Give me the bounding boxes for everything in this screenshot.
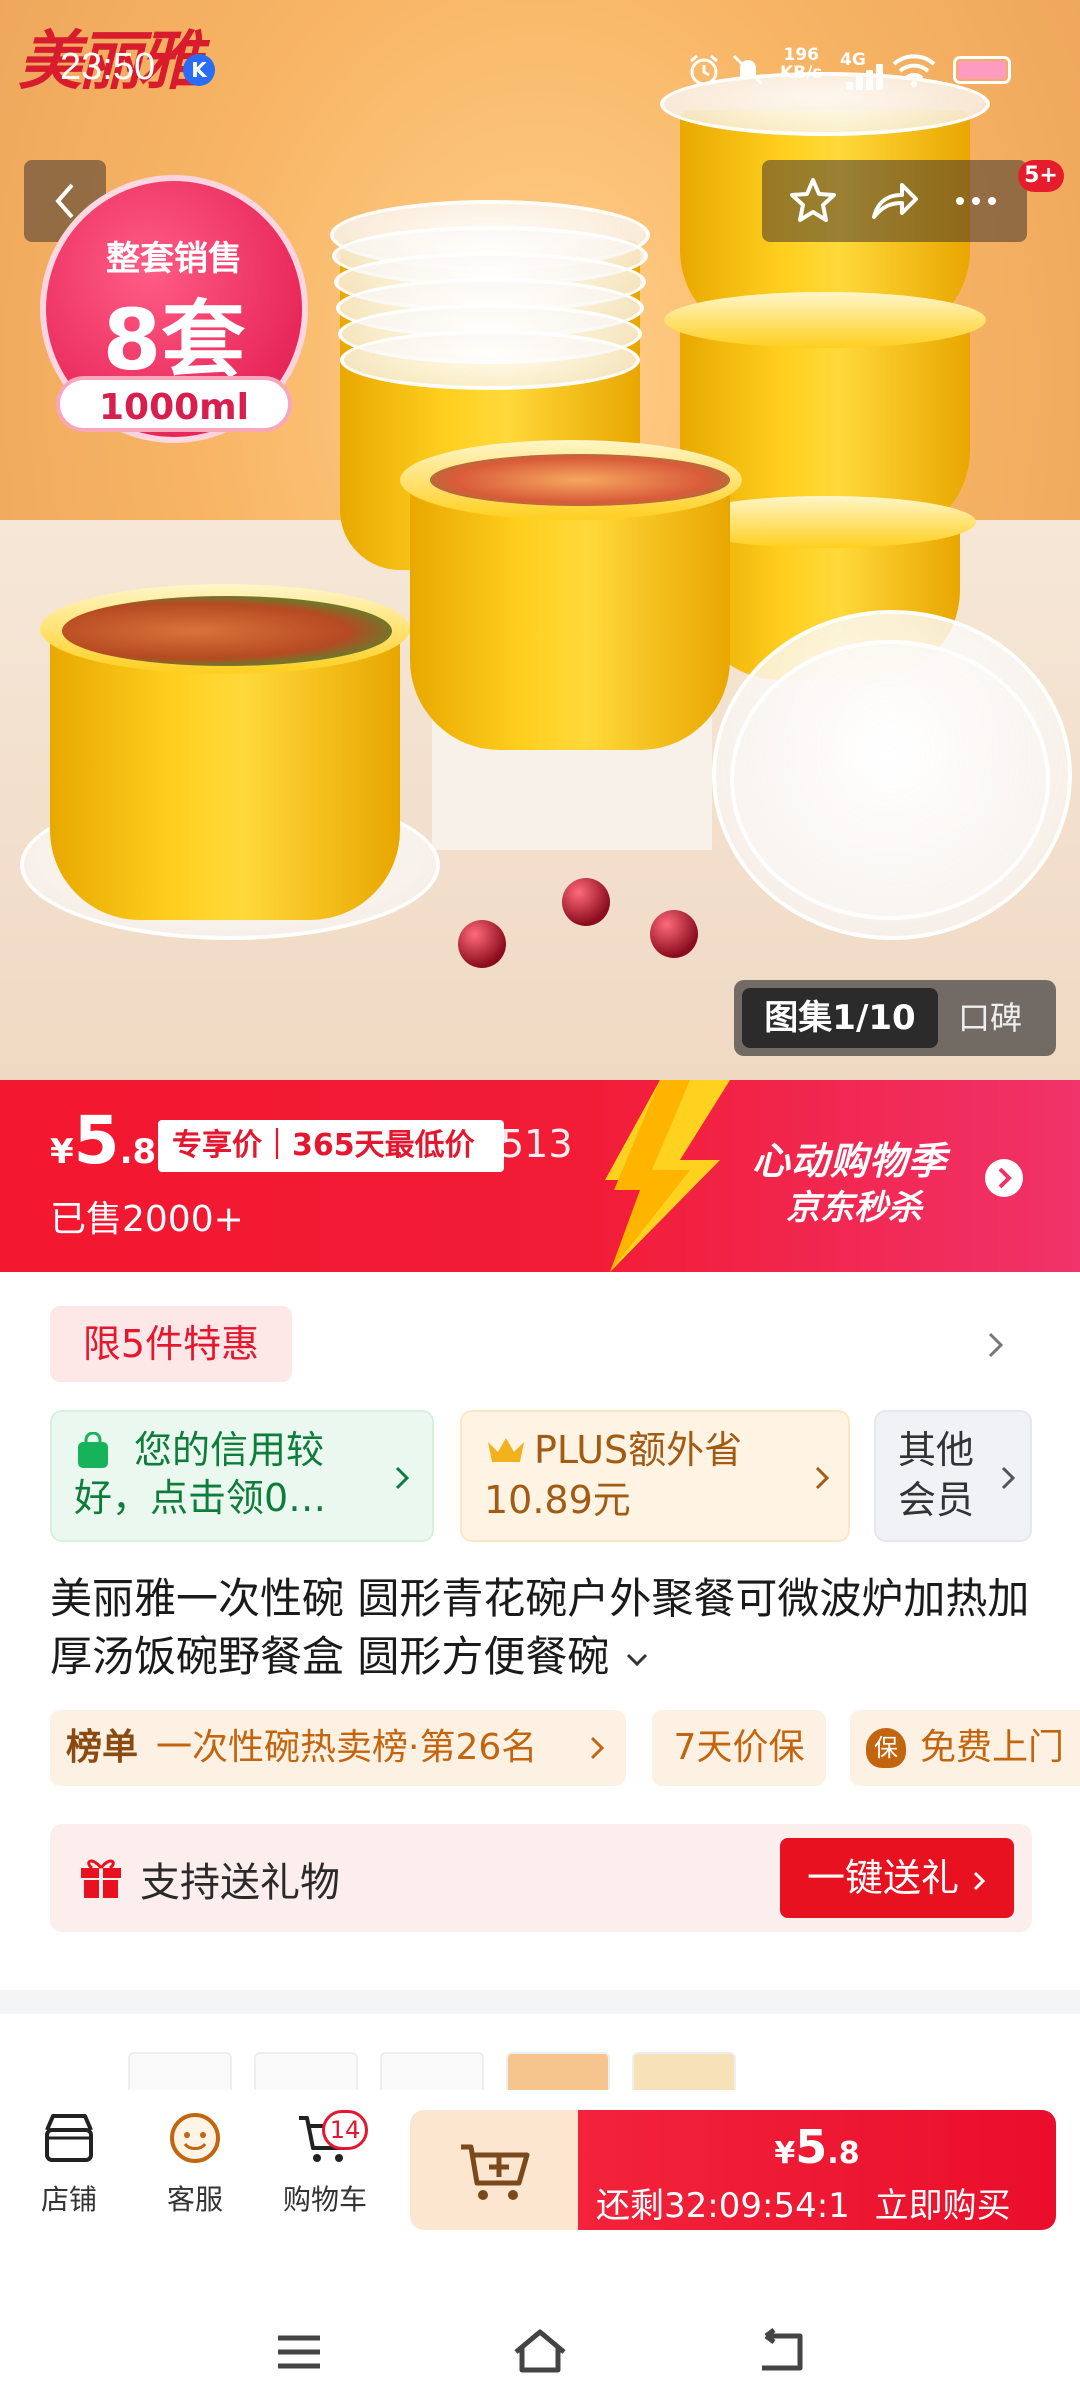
gift-icon — [81, 1859, 121, 1898]
buy-now-button[interactable]: ¥5.8 还剩32:09:54:1 立即购买 — [578, 2110, 1056, 2230]
crown-icon — [488, 1438, 524, 1462]
home-icon[interactable] — [510, 2326, 570, 2376]
chevron-right-icon — [1001, 1466, 1016, 1490]
more-icon[interactable] — [950, 175, 1002, 227]
chevron-right-icon[interactable] — [984, 1330, 1008, 1360]
send-gift-button[interactable]: 一键送礼 — [780, 1838, 1014, 1918]
cart-count-badge: 14 — [322, 2110, 368, 2150]
store-icon — [45, 2114, 93, 2162]
lightning-icon — [605, 1080, 730, 1272]
service-nav[interactable]: 客服 — [140, 2108, 250, 2218]
product-image-carousel[interactable]: 美丽雅 23:50 K 196 KB/s 4G 5+ 整套销售 8套 1000m… — [0, 0, 1080, 1080]
k-app-icon: K — [183, 54, 215, 86]
chevron-down-icon[interactable] — [623, 1650, 651, 1670]
buy-price-decimal: .8 — [827, 2136, 860, 2171]
price-protect-chip[interactable]: 7天价保 — [652, 1710, 826, 1786]
net-speed-unit: KB/s — [780, 63, 823, 83]
buy-price-integer: 5 — [795, 2120, 828, 2174]
store-label: 店铺 — [40, 2183, 97, 2216]
sold-count: 已售2000+ — [50, 1199, 244, 1240]
status-time: 23:50 — [60, 46, 156, 88]
plus-line2: 10.89元 — [484, 1478, 631, 1522]
other-member-card[interactable]: 其他 会员 — [874, 1410, 1032, 1542]
section-divider — [0, 1990, 1080, 2014]
thumbnail[interactable] — [632, 2052, 736, 2090]
ranking-chip[interactable]: 榜单 一次性碗热卖榜·第26名 — [50, 1710, 626, 1786]
free-pickup-text: 免费上门 — [920, 1727, 1065, 1768]
limit-offer-tag[interactable]: 限5件特惠 — [50, 1306, 292, 1382]
free-pickup-chip[interactable]: 保 免费上门 — [850, 1710, 1080, 1786]
thumbnail[interactable] — [506, 2052, 610, 2090]
favorite-star-icon[interactable] — [787, 175, 839, 227]
net-speed-value: 196 — [783, 45, 819, 65]
cart-label: 购物车 — [282, 2183, 367, 2216]
gallery-tab[interactable]: 图集1/10 — [742, 988, 938, 1048]
service-label: 客服 — [166, 2183, 223, 2216]
buy-now-label: 立即购买 — [874, 2186, 1011, 2226]
price-integer: 5 — [73, 1102, 120, 1179]
buy-price: ¥5.8 — [578, 2120, 1056, 2174]
signal-icon — [846, 64, 886, 90]
countdown: 还剩32:09:54:1 — [596, 2186, 850, 2226]
plus-savings-card[interactable]: PLUS额外省 10.89元 — [460, 1410, 850, 1542]
chevron-right-icon — [590, 1736, 605, 1760]
ranking-value: 一次性碗热卖榜·第26名 — [156, 1727, 538, 1768]
price-currency: ¥ — [50, 1132, 74, 1172]
alarm-icon — [690, 54, 718, 86]
system-navigation-bar — [0, 2290, 1080, 2400]
buy-now-text: 还剩32:09:54:1 立即购买 — [596, 2178, 1011, 2227]
add-to-cart-button[interactable] — [410, 2110, 580, 2230]
exclusive-price-tag: 专享价｜365天最低价 — [158, 1120, 504, 1172]
menu-icon[interactable] — [274, 2332, 324, 2372]
credit-coupon-card[interactable]: 您的信用较好，点击领0… — [50, 1410, 434, 1542]
plus-line1: PLUS额外省 — [534, 1428, 743, 1472]
chevron-right-icon — [973, 1871, 986, 1890]
thumbnail-strip — [0, 2040, 1080, 2090]
thumbnail[interactable] — [128, 2052, 232, 2090]
ranking-label: 榜单 — [66, 1727, 139, 1768]
sticker-volume: 1000ml — [56, 376, 292, 432]
chevron-left-icon — [55, 183, 74, 219]
price-banner: ¥5.8 513 专享价｜365天最低价 已售2000+ 心动购物季 京东秒杀 — [0, 1080, 1080, 1272]
message-count-badge: 5+ — [1018, 160, 1064, 192]
net-speed: 196 KB/s — [780, 46, 822, 82]
set-sale-sticker: 整套销售 8套 1000ml — [40, 175, 308, 443]
thumbnail[interactable] — [380, 2052, 484, 2090]
chevron-circle-right-icon[interactable] — [984, 1158, 1024, 1198]
customer-service-icon — [170, 2113, 220, 2163]
promo-title[interactable]: 心动购物季 — [752, 1130, 947, 1185]
current-price: ¥5.8 — [50, 1102, 156, 1179]
price-trailing-text: 513 — [500, 1122, 573, 1166]
other-member-line2: 会员 — [898, 1478, 975, 1522]
bottom-action-bar: 店铺 客服 购物车 14 ¥5.8 还剩32:09:54:1 立即购买 — [0, 2090, 1080, 2230]
reviews-tab[interactable]: 口碑 — [958, 988, 1022, 1048]
shield-icon: 保 — [866, 1728, 906, 1768]
product-title-text: 美丽雅一次性碗 圆形青花碗户外聚餐可微波炉加热加厚汤饭碗野餐盒 圆形方便餐碗 — [50, 1574, 1030, 1681]
chevron-right-icon — [395, 1466, 410, 1490]
battery-icon — [953, 56, 1011, 84]
thumbnail[interactable] — [254, 2052, 358, 2090]
promo-subtitle[interactable]: 京东秒杀 — [786, 1180, 922, 1229]
credit-coupon-text: 您的信用较好，点击领0… — [74, 1428, 327, 1520]
gallery-switch: 图集1/10 口碑 — [734, 980, 1056, 1056]
store-nav[interactable]: 店铺 — [14, 2108, 124, 2218]
product-title[interactable]: 美丽雅一次性碗 圆形青花碗户外聚餐可微波炉加热加厚汤饭碗野餐盒 圆形方便餐碗 — [50, 1570, 1040, 1686]
wifi-icon — [892, 54, 936, 87]
share-icon[interactable] — [868, 175, 920, 227]
send-gift-label: 一键送礼 — [806, 1856, 959, 1900]
mute-icon — [732, 54, 764, 86]
status-bar: 23:50 K 196 KB/s 4G — [0, 40, 1080, 100]
add-cart-icon — [461, 2144, 530, 2200]
buy-price-currency: ¥ — [774, 2136, 796, 2171]
gift-text: 支持送礼物 — [140, 1860, 340, 1906]
top-actions — [762, 160, 1027, 242]
back-nav-icon[interactable] — [754, 2328, 808, 2374]
price-decimal: .8 — [119, 1132, 157, 1172]
gift-row: 支持送礼物 一键送礼 — [50, 1824, 1032, 1932]
other-member-line1: 其他 — [898, 1428, 975, 1472]
chevron-right-icon — [815, 1466, 830, 1490]
